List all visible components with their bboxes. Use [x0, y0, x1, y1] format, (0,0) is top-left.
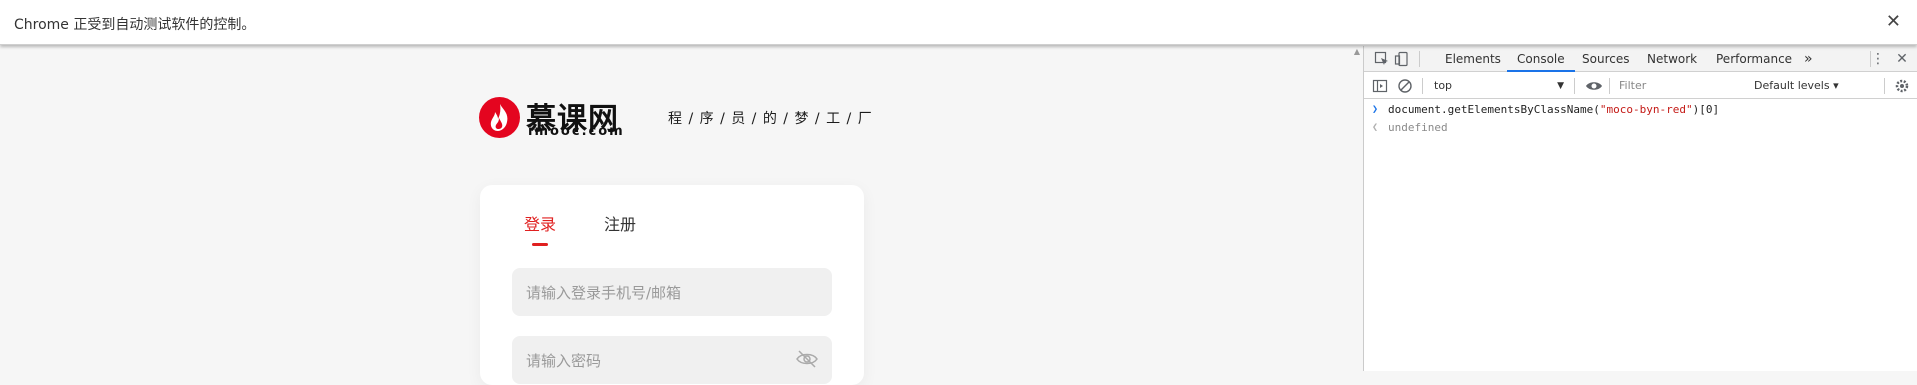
show-sidebar-icon[interactable]	[1372, 78, 1388, 94]
live-expression-eye-icon[interactable]	[1585, 78, 1603, 94]
site-slogan: 程 / 序 / 员 / 的 / 梦 / 工 / 厂	[668, 111, 873, 127]
scroll-up-arrow-icon[interactable]: ▲	[1351, 46, 1363, 58]
tab-sources[interactable]: Sources	[1582, 46, 1629, 72]
console-settings-gear-icon[interactable]	[1894, 78, 1910, 94]
output-arrow-icon: ❮	[1372, 122, 1379, 133]
close-icon[interactable]: ✕	[1886, 11, 1901, 32]
active-tab-indicator	[532, 243, 548, 246]
close-devtools-icon[interactable]: ✕	[1894, 51, 1910, 67]
devtools-panel: Elements Console Sources Network Perform…	[1363, 46, 1917, 371]
devtools-main-toolbar: Elements Console Sources Network Perform…	[1364, 46, 1917, 72]
phone-email-placeholder: 请输入登录手机号/邮箱	[526, 284, 682, 302]
phone-email-input[interactable]: 请输入登录手机号/邮箱	[512, 268, 832, 316]
toolbar-divider	[1422, 78, 1423, 94]
filter-placeholder: Filter	[1619, 79, 1647, 92]
console-input-code: document.getElementsByClassName("moco-by…	[1388, 103, 1720, 116]
tab-performance[interactable]: Performance	[1716, 46, 1792, 72]
tab-console[interactable]: Console	[1517, 46, 1565, 72]
password-input[interactable]: 请输入密码	[512, 336, 832, 384]
infobar-message: Chrome 正受到自动测试软件的控制。	[14, 17, 256, 33]
console-output-value: undefined	[1388, 121, 1448, 134]
tab-elements[interactable]: Elements	[1445, 46, 1501, 72]
console-filter-input[interactable]: Filter	[1615, 77, 1745, 95]
login-card: 登录 注册 请输入登录手机号/邮箱 请输入密码	[480, 185, 864, 385]
log-levels-dropdown[interactable]: Default levels ▾	[1754, 77, 1839, 95]
logo-domain: imooc.com	[528, 124, 625, 139]
console-output-line: ❮ undefined	[1364, 119, 1917, 137]
toolbar-divider	[1884, 78, 1885, 94]
dropdown-arrow-icon: ▼	[1557, 81, 1564, 91]
more-tabs-icon[interactable]: »	[1804, 46, 1813, 72]
toolbar-divider	[1419, 51, 1420, 67]
toolbar-divider	[1574, 78, 1575, 94]
hide-password-eye-icon[interactable]	[796, 350, 818, 368]
toolbar-divider	[1609, 78, 1610, 94]
context-value: top	[1434, 79, 1453, 92]
context-select[interactable]: top ▼	[1434, 77, 1564, 95]
imooc-logo-icon[interactable]	[479, 97, 520, 138]
active-tab-underline	[1507, 70, 1575, 72]
password-placeholder: 请输入密码	[526, 352, 602, 370]
automation-infobar: Chrome 正受到自动测试软件的控制。 ✕	[0, 0, 1917, 45]
console-toolbar: top ▼ Filter Default levels ▾	[1364, 73, 1917, 99]
inspect-element-icon[interactable]	[1374, 51, 1390, 67]
device-toolbar-icon[interactable]	[1394, 51, 1410, 67]
clear-console-icon[interactable]	[1397, 78, 1413, 94]
kebab-menu-icon[interactable]: ⋮	[1870, 51, 1886, 67]
input-prompt-icon: ❯	[1372, 104, 1379, 115]
tab-register[interactable]: 注册	[604, 211, 636, 235]
tab-network[interactable]: Network	[1647, 46, 1697, 72]
console-input-line[interactable]: ❯ document.getElementsByClassName("moco-…	[1364, 101, 1917, 119]
tab-login[interactable]: 登录	[524, 211, 556, 235]
